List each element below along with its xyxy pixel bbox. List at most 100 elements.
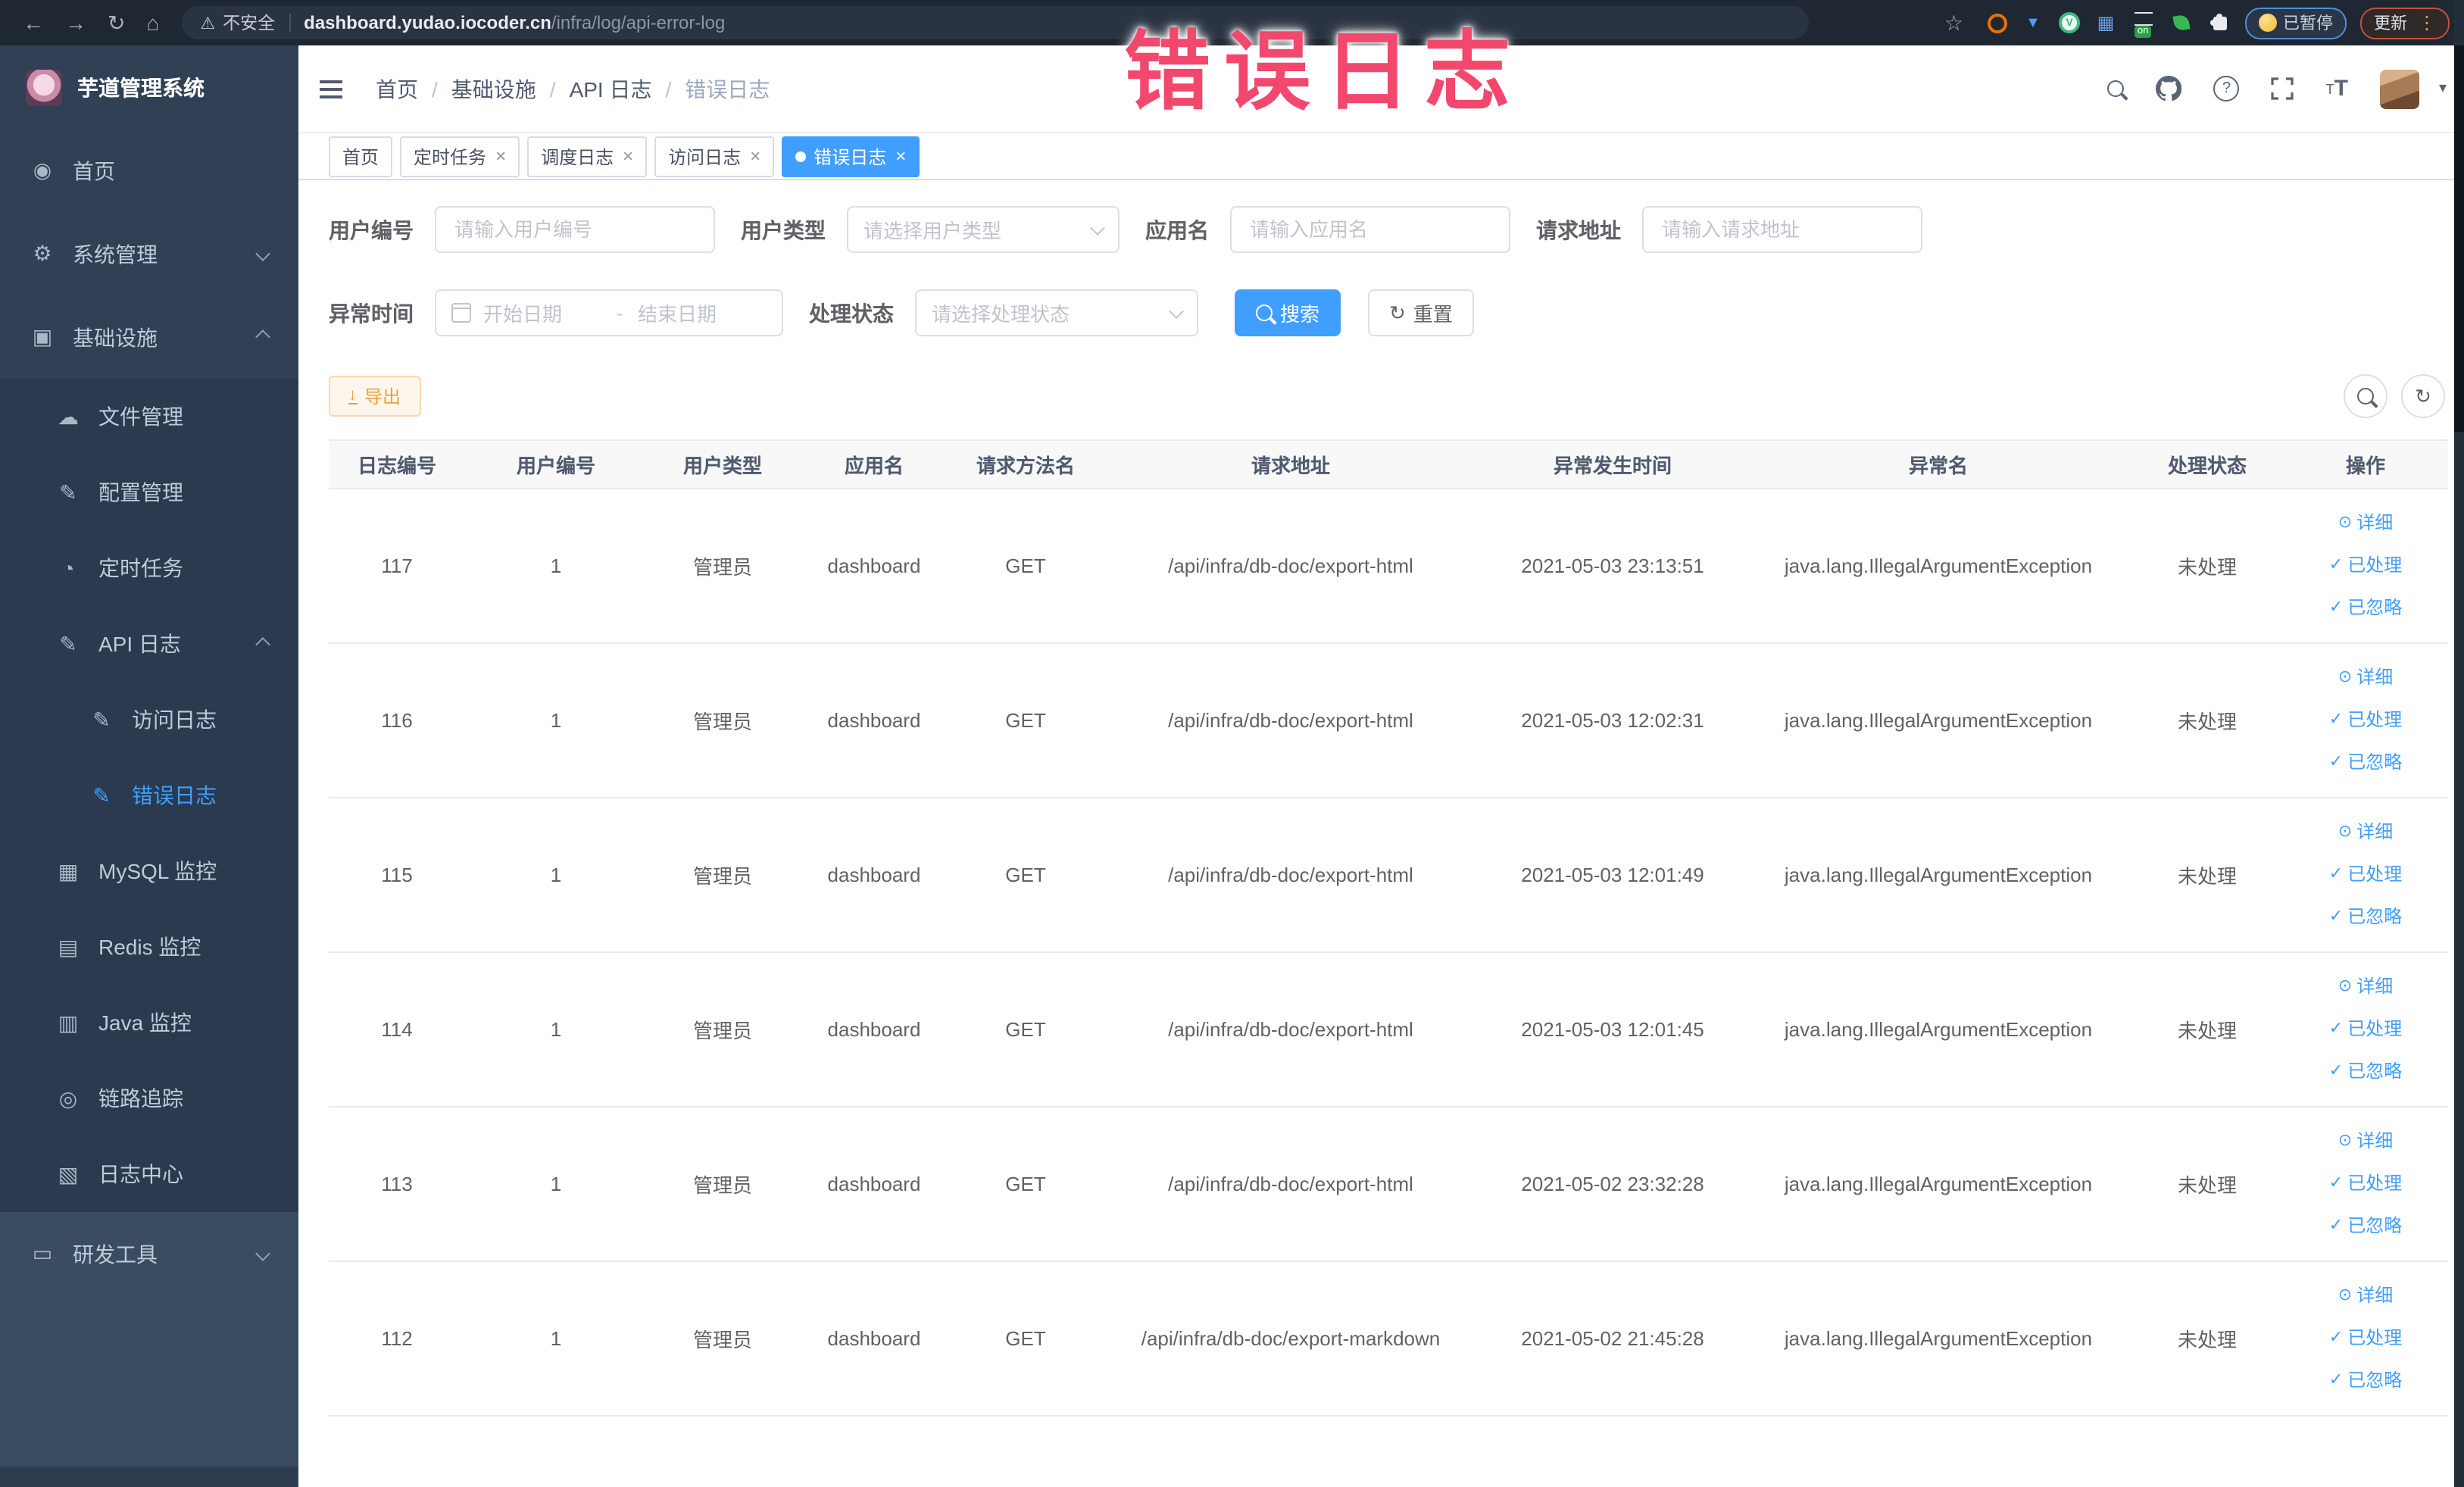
browser-home-icon[interactable]: ⌂ — [146, 0, 159, 45]
toggle-search-button[interactable] — [2344, 374, 2387, 418]
row-action-detail[interactable]: ⊙ 详细 — [2338, 976, 2393, 998]
row-action-processed[interactable]: ✓ 已处理 — [2329, 555, 2402, 577]
row-action-processed[interactable]: ✓ 已处理 — [2329, 709, 2402, 732]
scrollbar-thumb[interactable] — [2454, 45, 2464, 432]
cell-method: GET — [950, 643, 1101, 798]
cell-app: dashboard — [798, 952, 950, 1107]
row-action-ignored[interactable]: ✓ 已忽略 — [2329, 597, 2402, 620]
row-action-ignored[interactable]: ✓ 已忽略 — [2329, 1370, 2402, 1392]
extension-vue-icon[interactable]: V — [2059, 12, 2080, 33]
row-action-detail[interactable]: ⊙ 详细 — [2338, 667, 2393, 689]
font-size-icon[interactable]: TT — [2326, 76, 2348, 102]
check-icon: ✓ — [2328, 1217, 2344, 1235]
row-action-detail[interactable]: ⊙ 详细 — [2338, 1285, 2393, 1307]
row-action-ignored[interactable]: ✓ 已忽略 — [2329, 1061, 2402, 1083]
view-tab[interactable]: 首页 — [329, 136, 393, 177]
sidebar-item-redis[interactable]: ▤ Redis 监控 — [0, 909, 298, 985]
sidebar-item-java[interactable]: ▥ Java 监控 — [0, 985, 298, 1061]
search-button[interactable]: 搜索 — [1235, 289, 1341, 336]
reload-icon[interactable]: ↻ — [108, 0, 125, 45]
row-action-processed[interactable]: ✓ 已处理 — [2329, 1173, 2402, 1195]
row-action-processed[interactable]: ✓ 已处理 — [2329, 1018, 2402, 1041]
sidebar-item-system[interactable]: ⚙ 系统管理 — [0, 212, 298, 295]
user-avatar[interactable] — [2379, 69, 2419, 108]
exception-time-range-picker[interactable]: 开始日期 - 结束日期 — [435, 289, 783, 336]
user-type-select[interactable]: 请选择用户类型 — [847, 206, 1120, 253]
breadcrumb-separator: / — [549, 77, 556, 101]
hamburger-icon[interactable] — [320, 80, 342, 98]
extension-v-icon[interactable]: ▼ — [2021, 11, 2045, 35]
view-tab[interactable]: 调度日志 × — [527, 136, 648, 177]
row-action-detail[interactable]: ⊙ 详细 — [2338, 512, 2393, 535]
extension-target-icon[interactable] — [1988, 13, 2007, 33]
cell-url: /api/infra/db-doc/export-html — [1101, 952, 1480, 1107]
request-url-input[interactable] — [1642, 206, 1922, 253]
table-row: 112 1 管理员 dashboard GET/api/infra/db-doc/exp… — [329, 1261, 2448, 1417]
view-tab[interactable]: 访问日志 × — [654, 136, 775, 177]
reset-button[interactable]: ↻ 重置 — [1368, 289, 1474, 336]
extensions-puzzle-icon[interactable] — [2207, 11, 2231, 35]
sidebar-item-dev-tools[interactable]: ▭ 研发工具 — [0, 1212, 298, 1295]
sidebar-item-file[interactable]: ☁ 文件管理 — [0, 379, 298, 455]
paused-profile-badge[interactable]: 已暂停 — [2245, 7, 2347, 39]
sidebar-item-tracer[interactable]: ◎ 链路追踪 — [0, 1061, 298, 1136]
row-action-detail[interactable]: ⊙ 详细 — [2338, 821, 2393, 844]
forward-icon[interactable]: → — [65, 0, 86, 45]
sidebar-item-label: Redis 监控 — [98, 935, 201, 959]
breadcrumb-item[interactable]: 基础设施 — [451, 73, 536, 104]
row-action-detail[interactable]: ⊙ 详细 — [2338, 1130, 2393, 1153]
close-tab-icon[interactable]: × — [495, 145, 506, 167]
view-tab[interactable]: 错误日志 × — [782, 136, 920, 177]
close-tab-icon[interactable]: × — [895, 145, 906, 167]
extension-grid-icon[interactable]: ▦ — [2094, 11, 2118, 35]
bookmark-star-icon[interactable]: ☆ — [1944, 0, 1963, 45]
row-actions: ⊙ 详细 ✓ 已处理 ✓ 已忽略 — [2289, 489, 2442, 642]
github-icon[interactable] — [2156, 76, 2182, 102]
search-icon[interactable] — [2107, 80, 2125, 97]
cell-user-id: 1 — [465, 1107, 647, 1262]
help-icon[interactable]: ? — [2213, 76, 2240, 102]
sidebar-item-config[interactable]: ✎ 配置管理 — [0, 455, 298, 530]
browser-menu-icon[interactable]: ⋮ — [2418, 12, 2436, 33]
url-divider — [289, 14, 291, 32]
breadcrumb-item: 错误日志 — [685, 77, 770, 101]
security-warning-icon[interactable]: ⚠ — [200, 13, 215, 33]
app-name-input[interactable] — [1230, 206, 1510, 253]
breadcrumb: 首页 / 基础设施 / API 日志 / 错误日志 — [376, 73, 770, 104]
address-bar[interactable]: ⚠ 不安全 dashboard.yudao.iocoder.cn/infra/l… — [182, 6, 1810, 39]
row-action-ignored[interactable]: ✓ 已忽略 — [2329, 1215, 2402, 1238]
cell-id: 116 — [329, 643, 465, 798]
sidebar-item-mysql[interactable]: ▦ MySQL 监控 — [0, 833, 298, 909]
sidebar-item-job[interactable]: ◔ 定时任务 — [0, 530, 298, 606]
avatar-caret-icon[interactable]: ▾ — [2439, 80, 2447, 97]
refresh-table-button[interactable]: ↻ — [2401, 374, 2445, 418]
update-badge[interactable]: 更新 ⋮ — [2360, 7, 2450, 39]
sidebar-item-home[interactable]: ◉ 首页 — [0, 129, 298, 212]
back-icon[interactable]: ← — [23, 0, 44, 45]
close-tab-icon[interactable]: × — [750, 145, 760, 167]
user-id-input[interactable] — [435, 206, 715, 253]
main-area: 首页 / 基础设施 / API 日志 / 错误日志 ? TT ▾ 首页 定时任务 × 调度日志 × 访… — [298, 45, 2464, 1487]
extension-switch-icon[interactable]: on — [2131, 11, 2156, 38]
export-button[interactable]: ↓ 导出 — [329, 376, 421, 417]
sidebar-item-access-log[interactable]: ✎ 访问日志 — [0, 682, 298, 758]
view-tab[interactable]: 定时任务 × — [400, 136, 520, 177]
close-tab-icon[interactable]: × — [623, 145, 633, 167]
breadcrumb-item[interactable]: API 日志 — [570, 73, 652, 104]
row-action-processed[interactable]: ✓ 已处理 — [2329, 864, 2402, 886]
fullscreen-icon[interactable] — [2271, 77, 2294, 100]
extension-leaf-icon[interactable] — [2169, 11, 2194, 35]
row-action-ignored[interactable]: ✓ 已忽略 — [2329, 906, 2402, 929]
sidebar-item-api-log[interactable]: ✎ API 日志 — [0, 606, 298, 682]
breadcrumb-item[interactable]: 首页 — [376, 73, 418, 104]
page-scrollbar[interactable] — [2454, 0, 2464, 1487]
row-action-ignored[interactable]: ✓ 已忽略 — [2329, 751, 2402, 774]
sidebar-item-log-center[interactable]: ▧ 日志中心 — [0, 1136, 298, 1212]
sidebar-item-error-log[interactable]: ✎ 错误日志 — [0, 758, 298, 833]
app-logo-row[interactable]: 芋道管理系统 — [0, 45, 298, 129]
sidebar-menu: ◉ 首页 ⚙ 系统管理 ▣ 基础设施 ☁ 文件管理 ✎ 配置管理 ◔ 定时任务 ✎ API 日志 ✎ 访问日志… — [0, 129, 298, 1212]
process-status-select[interactable]: 请选择处理状态 — [915, 289, 1198, 336]
row-action-processed[interactable]: ✓ 已处理 — [2329, 1327, 2402, 1350]
sidebar-item-infrastructure[interactable]: ▣ 基础设施 — [0, 295, 298, 379]
column-header: 操作 — [2283, 440, 2448, 489]
